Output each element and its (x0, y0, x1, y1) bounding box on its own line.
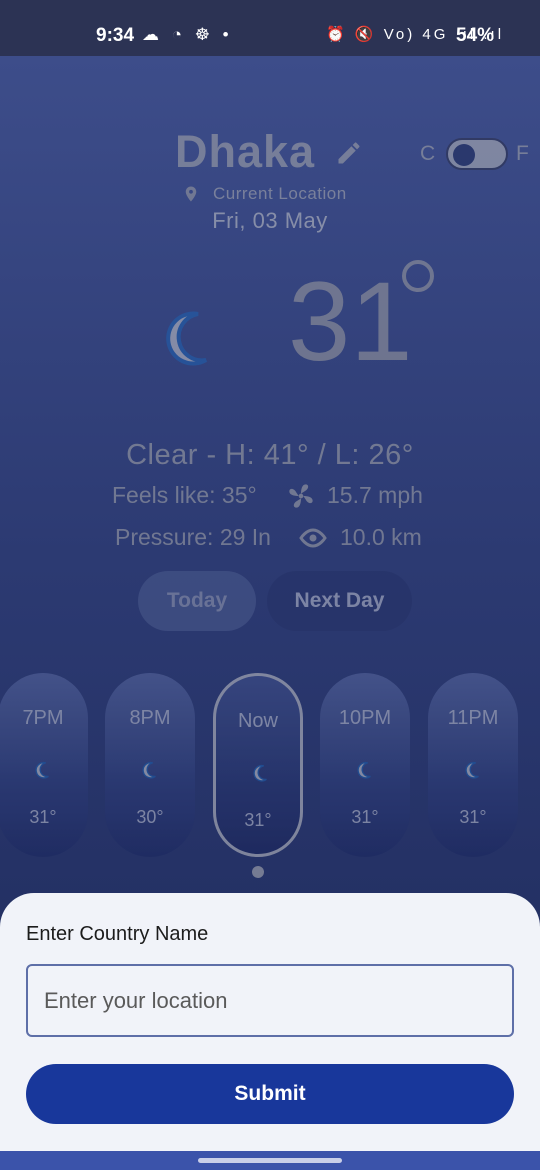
moon-icon (253, 764, 267, 782)
battery-level: 54% (456, 25, 495, 46)
current-date: Fri, 03 May (212, 208, 328, 233)
country-name-label: Enter Country Name (26, 923, 209, 945)
hour-temp: 31° (459, 807, 487, 827)
moon-icon (166, 311, 208, 366)
tab-next-day[interactable]: Next Day (267, 571, 412, 631)
hour-temp: 31° (351, 807, 379, 827)
eye-icon (299, 528, 327, 548)
feels-wind-row: Feels like: 35° 15.7 mph (112, 480, 442, 514)
unit-celsius-label: C (420, 142, 436, 165)
location-input[interactable] (26, 964, 514, 1037)
hour-card[interactable]: 11PM 31° (428, 673, 518, 857)
home-gesture-handle[interactable] (198, 1158, 342, 1163)
submit-button[interactable]: Submit (26, 1064, 514, 1124)
hour-temp: 30° (136, 807, 164, 827)
hour-temp: 31° (244, 810, 272, 830)
hour-time: 8PM (129, 707, 171, 729)
pressure: Pressure: 29 In (115, 524, 271, 550)
hour-time: 11PM (447, 707, 499, 729)
hour-card-now[interactable]: Now 31° (213, 673, 303, 857)
tab-today[interactable]: Today (138, 571, 256, 631)
unit-switch-knob (453, 144, 475, 166)
hour-card[interactable]: 7PM 31° (0, 673, 88, 857)
wind-fan-icon (289, 484, 313, 508)
hourly-forecast[interactable]: 7PM 31° 8PM 30° Now 31° 10PM 31° 11PM 31… (0, 673, 540, 859)
degree-symbol (402, 260, 434, 292)
unit-fahrenheit-label: F (516, 142, 529, 165)
city-name: Dhaka (175, 126, 316, 177)
hour-time: 7PM (22, 707, 64, 729)
visibility: 10.0 km (340, 524, 422, 550)
status-time: 9:34 (96, 25, 135, 46)
page-indicator-dot (252, 866, 264, 878)
hour-time: 10PM (338, 707, 392, 729)
hour-card[interactable]: 8PM 30° (105, 673, 195, 857)
status-bar: 9:34 ☁ ◔ ☸ • ⏰ 🔇 Vo) 4G .ıl .ıl 54% (0, 0, 540, 56)
status-notification-icons: ☁ ◔ ☸ • (142, 25, 233, 44)
moon-icon (35, 761, 49, 779)
feels-like: Feels like: 35° (112, 482, 257, 508)
navigation-bar (0, 1151, 540, 1170)
current-temperature: 31 (288, 259, 413, 384)
pressure-visibility-row: Pressure: 29 In 10.0 km (115, 522, 445, 556)
unit-toggle[interactable]: C F (420, 138, 535, 172)
hour-card[interactable]: 10PM 31° (320, 673, 410, 857)
city-row: Dhaka (175, 126, 375, 182)
wind-speed: 15.7 mph (327, 482, 423, 508)
location-pin-icon (185, 186, 197, 202)
edit-icon[interactable] (335, 139, 363, 167)
current-location-row: Current Location (182, 182, 382, 206)
condition-high-low: Clear - H: 41° / L: 26° (126, 439, 414, 471)
moon-icon (465, 761, 479, 779)
hour-temp: 31° (29, 807, 57, 827)
location-bottom-sheet: Enter Country Name Submit (0, 893, 540, 1151)
moon-icon (142, 761, 156, 779)
current-location-label: Current Location (213, 184, 347, 203)
hour-time: Now (237, 710, 278, 732)
day-tabs: Today Next Day (138, 571, 418, 631)
moon-icon (357, 761, 371, 779)
unit-switch[interactable] (446, 138, 508, 170)
